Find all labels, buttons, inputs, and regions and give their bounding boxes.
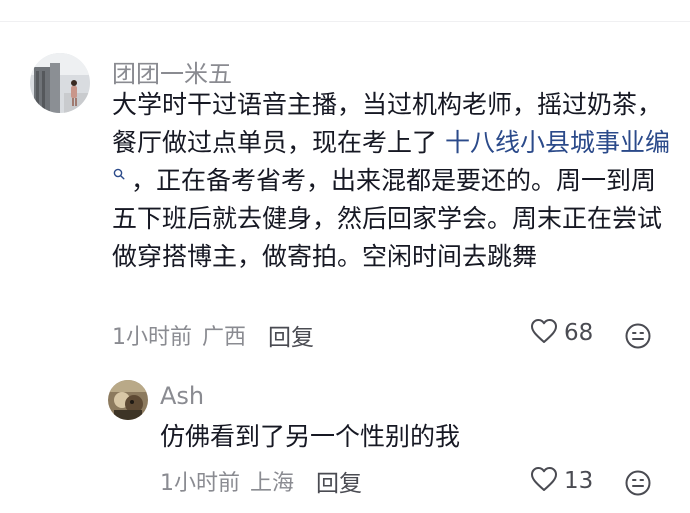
comment-location: 上海 (250, 471, 295, 496)
reply-button[interactable]: 回复 (268, 318, 314, 352)
heart-icon[interactable] (530, 318, 558, 348)
avatar[interactable] (108, 380, 148, 420)
comment-meta: 1小时前 广西 回复 (112, 318, 314, 352)
comment-time: 1小时前 (112, 325, 192, 350)
heart-icon[interactable] (530, 466, 558, 496)
like-count: 68 (564, 320, 594, 346)
comment-time: 1小时前 (160, 471, 240, 496)
reply-button[interactable]: 回复 (316, 464, 362, 498)
comment-text-part: ，正在备考省考，出来混都是要还的。周一到周五下班后就去健身，然后回家学会。周末正… (112, 166, 663, 271)
comment-location: 广西 (202, 325, 247, 350)
comment-text: 仿佛看到了另一个性别的我 (160, 422, 461, 451)
like-count: 13 (564, 468, 594, 494)
like-button[interactable]: 68 (530, 318, 593, 348)
username[interactable]: 团团一米五 (112, 54, 232, 89)
emoji-icon[interactable] (624, 469, 652, 497)
comment-meta: 1小时前 上海 回复 (160, 464, 362, 498)
avatar[interactable] (30, 53, 90, 113)
search-link[interactable]: 十八线小县城事业编 (445, 128, 670, 157)
comment-text: 大学时干过语音主播，当过机构老师，摇过奶茶，餐厅做过点单员，现在考上了 十八线小… (112, 86, 672, 276)
username[interactable]: Ash (160, 382, 204, 410)
search-icon[interactable] (113, 168, 125, 183)
like-button[interactable]: 13 (530, 466, 593, 496)
emoji-icon[interactable] (624, 322, 652, 350)
top-bar (0, 0, 690, 22)
